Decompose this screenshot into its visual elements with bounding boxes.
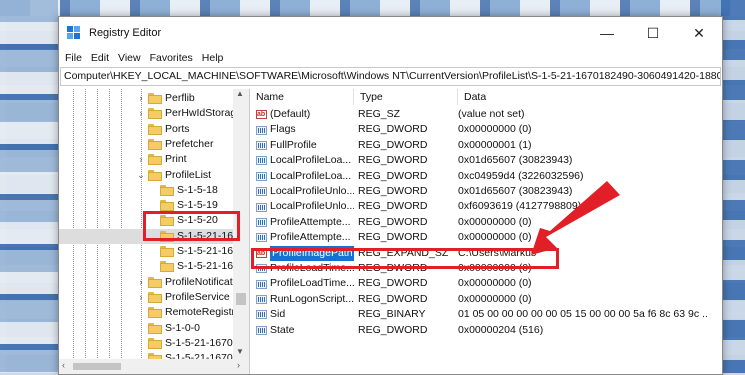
annotation-arrow-icon [531, 181, 620, 255]
